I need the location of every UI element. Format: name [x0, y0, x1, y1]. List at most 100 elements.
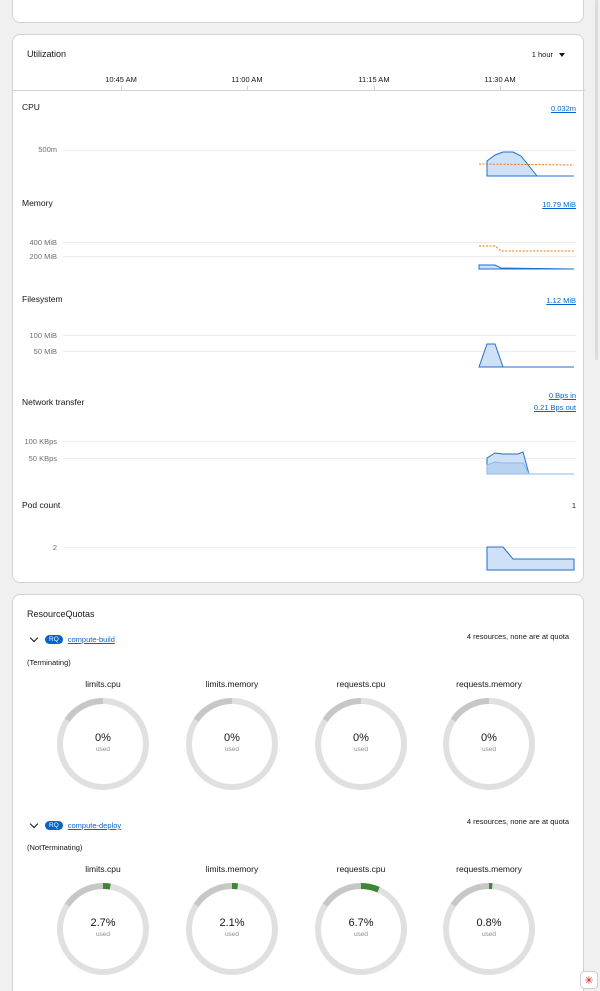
gauge-used-label: used — [353, 931, 369, 938]
gauge-cap — [322, 698, 362, 722]
quota-gauge: requests.memory 0.8% used — [439, 864, 539, 979]
cpu-chart — [478, 151, 575, 177]
gauge-used-arc — [360, 883, 380, 893]
time-tick — [121, 86, 122, 91]
time-range-dropdown[interactable]: 1 hour — [532, 50, 565, 59]
memory-chart — [478, 245, 575, 270]
gauge-wrap: 6.7% used — [311, 879, 411, 979]
resource-quotas-card: ResourceQuotas RQ compute-build 4 resour… — [12, 594, 584, 991]
gauge-cap — [64, 883, 104, 907]
chevron-down-icon[interactable] — [29, 819, 39, 829]
gauge-title: requests.memory — [456, 864, 522, 874]
gauge-ring — [186, 698, 278, 790]
quota-status: 4 resources, none are at quota — [466, 817, 569, 826]
quota-header: RQ compute-build — [29, 633, 115, 644]
time-label: 11:15 AM — [358, 75, 390, 84]
gauge-percent: 2.7% — [90, 917, 116, 929]
network-metric: Network transfer 0 Bps in 0.21 Bps out 1… — [13, 390, 585, 490]
gauge-wrap: 0.8% used — [439, 879, 539, 979]
quota-gauge: requests.cpu 6.7% used — [311, 864, 411, 979]
quota-scope: (Terminating) — [27, 658, 71, 667]
quota-gauge: requests.memory 0% used — [439, 679, 539, 794]
gauge-percent: 0% — [353, 732, 369, 744]
filesystem-area — [478, 343, 504, 368]
gauge-used-label: used — [353, 746, 369, 753]
gauge-title: requests.cpu — [336, 679, 386, 689]
time-tick — [374, 86, 375, 91]
gauge-ring — [57, 883, 149, 975]
gauge-wrap: 2.7% used — [53, 879, 153, 979]
gauge-wrap: 0% used — [311, 694, 411, 794]
gauge-title: requests.cpu — [336, 864, 386, 874]
quota-scope: (NotTerminating) — [27, 843, 83, 852]
cpu-metric: CPU 0.032m 500m — [13, 102, 585, 192]
quota-gauge: limits.memory 0% used — [182, 679, 282, 794]
gauge-ring — [315, 883, 407, 975]
gauge-percent: 0.8% — [476, 917, 502, 929]
gauge-title: limits.cpu — [85, 864, 121, 874]
time-label: 10:45 AM — [105, 75, 137, 84]
gauge-wrap: 0% used — [182, 694, 282, 794]
pods-area — [486, 546, 575, 571]
quota-gauge: limits.cpu 0% used — [53, 679, 153, 794]
gauge-cap — [450, 698, 490, 722]
memory-area — [478, 264, 575, 270]
gauge-used-label: used — [224, 931, 240, 938]
quota-gauge: requests.cpu 0% used — [311, 679, 411, 794]
gauge-used-label: used — [481, 746, 497, 753]
gauge-ring — [186, 882, 278, 975]
scrollbar-thumb[interactable] — [595, 0, 598, 360]
gauge-used-label: used — [95, 931, 111, 938]
quota-link[interactable]: compute-deploy — [68, 821, 121, 830]
gauge-ring — [315, 698, 407, 790]
feedback-icon[interactable]: ✳ — [580, 971, 598, 989]
gauge-cap — [450, 883, 490, 907]
gauge-wrap: 2.1% used — [182, 879, 282, 979]
gauge-cap — [193, 698, 233, 722]
gauge-used-label: used — [481, 931, 497, 938]
resource-badge: RQ — [45, 821, 63, 830]
time-label: 11:30 AM — [484, 75, 516, 84]
quota-header: RQ compute-deploy — [29, 819, 121, 830]
gauge-used-label: used — [95, 746, 111, 753]
network-chart — [486, 451, 574, 475]
filesystem-metric: Filesystem 1.12 MiB 100 MiB 50 MiB — [13, 294, 585, 384]
utilization-card: Utilization 1 hour 10:45 AM 11:00 AM 11:… — [12, 34, 585, 583]
gauge-title: limits.cpu — [85, 679, 121, 689]
gauge-percent: 0% — [95, 732, 111, 744]
filesystem-chart — [478, 343, 574, 368]
time-axis: 10:45 AM 11:00 AM 11:15 AM 11:30 AM — [13, 75, 585, 91]
gauge-percent: 0% — [224, 732, 240, 744]
quota-link[interactable]: compute-build — [68, 635, 115, 644]
caret-down-icon — [559, 52, 565, 57]
gauge-used-arc — [102, 883, 111, 890]
time-range-value: 1 hour — [531, 50, 553, 59]
quota-status: 4 resources, none are at quota — [466, 632, 569, 641]
utilization-title: Utilization — [27, 49, 67, 59]
gauge-title: requests.memory — [456, 679, 522, 689]
memory-limit-line — [479, 245, 574, 252]
gauge-percent: 6.7% — [348, 917, 374, 929]
pods-metric: Pod count 1 2 — [13, 500, 585, 580]
gauge-used-label: used — [224, 746, 240, 753]
pods-chart — [486, 546, 575, 571]
resource-quotas-title: ResourceQuotas — [27, 609, 95, 619]
gauge-cap — [193, 883, 233, 907]
memory-metric: Memory 10.79 MiB 400 MiB 200 MiB — [13, 198, 585, 288]
network-in-area — [486, 461, 530, 475]
gauge-title: limits.memory — [205, 864, 259, 874]
time-tick — [247, 86, 248, 91]
quota-gauge: limits.cpu 2.7% used — [53, 864, 153, 979]
gauge-ring — [57, 698, 149, 790]
gauge-wrap: 0% used — [439, 694, 539, 794]
gauge-cap — [64, 698, 104, 722]
gauge-title: limits.memory — [205, 679, 259, 689]
chevron-down-icon[interactable] — [29, 633, 39, 643]
gauge-cap — [322, 883, 362, 907]
gauge-ring — [443, 698, 535, 790]
quota-gauge: limits.memory 2.1% used — [182, 864, 282, 979]
gauge-wrap: 0% used — [53, 694, 153, 794]
gauge-ring — [443, 882, 535, 975]
gauge-percent: 2.1% — [219, 917, 245, 929]
top-card — [12, 0, 584, 23]
